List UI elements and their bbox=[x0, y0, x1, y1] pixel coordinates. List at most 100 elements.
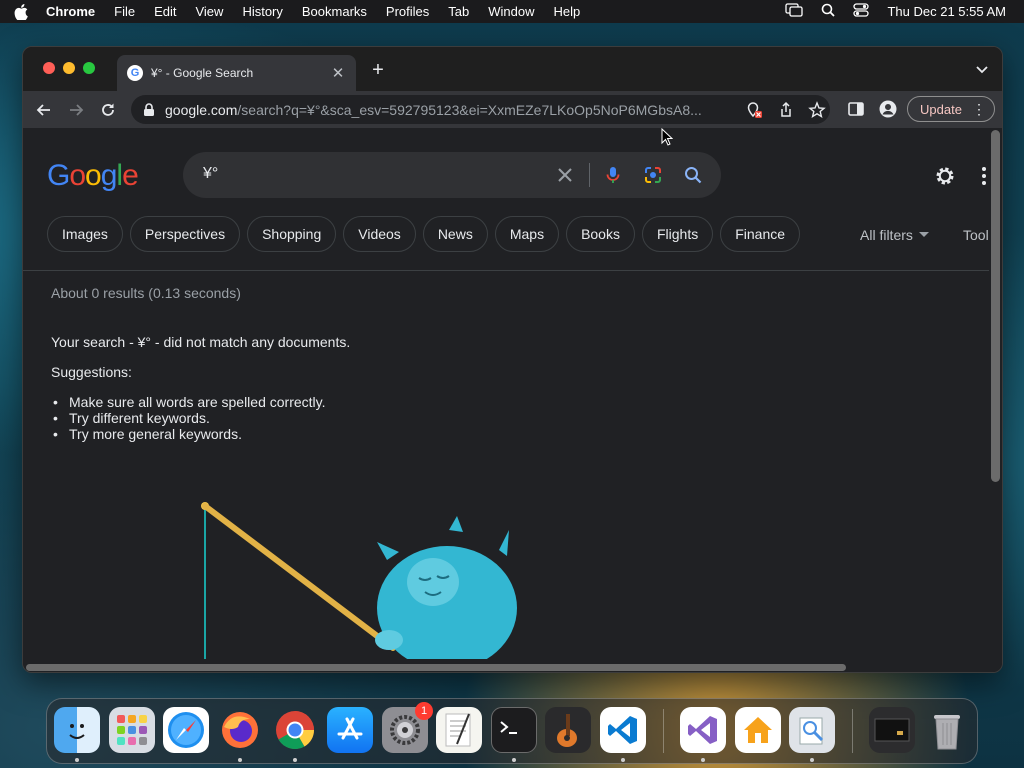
chip-finance[interactable]: Finance bbox=[720, 216, 801, 252]
menu-edit[interactable]: Edit bbox=[154, 4, 176, 19]
menu-view[interactable]: View bbox=[195, 4, 223, 19]
dock-running-indicator bbox=[238, 758, 242, 762]
dropdown-caret-icon bbox=[918, 232, 929, 237]
menu-clock[interactable]: Thu Dec 21 5:55 AM bbox=[887, 4, 1006, 19]
search-divider bbox=[589, 163, 590, 187]
all-filters-button[interactable]: All filters bbox=[860, 227, 929, 243]
side-panel-icon[interactable] bbox=[847, 100, 865, 118]
finder-icon[interactable] bbox=[54, 707, 100, 753]
suggestions-list: Make sure all words are spelled correctl… bbox=[53, 394, 326, 442]
chip-perspectives[interactable]: Perspectives bbox=[129, 216, 241, 252]
dock: 1 bbox=[46, 698, 978, 764]
mouse-cursor-icon bbox=[661, 128, 673, 146]
menu-bookmarks[interactable]: Bookmarks bbox=[302, 4, 367, 19]
url-path: /search?q=¥°&sca_esv=592795123&ei=XxmEZe… bbox=[237, 101, 702, 118]
chrome-menu-icon[interactable]: ⋮ bbox=[972, 101, 986, 117]
dock-running-indicator bbox=[293, 758, 297, 762]
window-close-button[interactable] bbox=[43, 62, 55, 74]
horizontal-scrollbar-thumb[interactable] bbox=[26, 664, 846, 671]
terminal-icon[interactable] bbox=[491, 707, 537, 753]
chrome-window: G ¥° - Google Search ✕ + google.com/sear… bbox=[22, 46, 1003, 673]
menu-window[interactable]: Window bbox=[488, 4, 534, 19]
menu-profiles[interactable]: Profiles bbox=[386, 4, 429, 19]
dock-running-indicator bbox=[621, 758, 625, 762]
tab-google-search[interactable]: G ¥° - Google Search ✕ bbox=[117, 55, 356, 91]
menu-history[interactable]: History bbox=[242, 4, 282, 19]
search-box[interactable]: ¥° bbox=[183, 152, 721, 198]
address-bar[interactable]: google.com/search?q=¥°&sca_esv=592795123… bbox=[131, 95, 830, 124]
chip-books[interactable]: Books bbox=[566, 216, 635, 252]
bookmark-star-icon[interactable] bbox=[808, 101, 826, 119]
logo-letter: G bbox=[47, 159, 70, 192]
spotlight-search-icon[interactable] bbox=[821, 3, 836, 20]
settings-gear-icon[interactable] bbox=[934, 165, 956, 187]
tab-close-icon[interactable]: ✕ bbox=[330, 64, 346, 82]
window-zoom-button[interactable] bbox=[83, 62, 95, 74]
google-logo[interactable]: Google bbox=[47, 159, 139, 193]
chip-maps[interactable]: Maps bbox=[494, 216, 560, 252]
screen-mirror-icon[interactable] bbox=[785, 3, 804, 20]
screenshot-folder-icon[interactable] bbox=[869, 707, 915, 753]
forward-button[interactable] bbox=[65, 99, 87, 121]
control-center-icon[interactable] bbox=[853, 3, 870, 20]
url-text[interactable]: google.com/search?q=¥°&sca_esv=592795123… bbox=[165, 102, 830, 118]
tab-search-chevron-icon[interactable] bbox=[974, 61, 990, 77]
dock-separator bbox=[852, 709, 853, 753]
header-divider bbox=[23, 270, 989, 271]
chip-news[interactable]: News bbox=[422, 216, 488, 252]
search-icon[interactable] bbox=[683, 165, 703, 185]
voice-search-icon[interactable] bbox=[603, 165, 623, 185]
more-options-icon[interactable] bbox=[980, 166, 988, 186]
visual-studio-icon[interactable] bbox=[680, 707, 726, 753]
visual-studio-code-icon[interactable] bbox=[600, 707, 646, 753]
tools-button[interactable]: Tool bbox=[963, 227, 989, 243]
tab-title: ¥° - Google Search bbox=[151, 66, 254, 80]
textedit-icon[interactable] bbox=[436, 707, 482, 753]
vertical-scrollbar-thumb[interactable] bbox=[991, 130, 1000, 482]
lens-search-icon[interactable] bbox=[643, 165, 663, 185]
blocked-location-icon[interactable] bbox=[745, 101, 763, 119]
apple-icon[interactable] bbox=[14, 3, 28, 20]
menu-help[interactable]: Help bbox=[554, 4, 581, 19]
garageband-icon[interactable] bbox=[545, 707, 591, 753]
tab-strip: G ¥° - Google Search ✕ + bbox=[23, 47, 1002, 91]
browser-toolbar: google.com/search?q=¥°&sca_esv=592795123… bbox=[23, 91, 1002, 128]
system-settings-icon[interactable]: 1 bbox=[382, 702, 433, 753]
chip-shopping[interactable]: Shopping bbox=[247, 216, 337, 252]
search-filter-chips: Images Perspectives Shopping Videos News… bbox=[47, 216, 801, 252]
result-stats: About 0 results (0.13 seconds) bbox=[51, 285, 241, 301]
back-button[interactable] bbox=[33, 99, 55, 121]
trash-icon[interactable] bbox=[924, 707, 970, 753]
preview-icon[interactable] bbox=[789, 707, 835, 753]
search-input[interactable]: ¥° bbox=[203, 165, 218, 183]
menu-file[interactable]: File bbox=[114, 4, 135, 19]
suggestion-item: Try more general keywords. bbox=[53, 426, 326, 442]
menu-tab[interactable]: Tab bbox=[448, 4, 469, 19]
chip-images[interactable]: Images bbox=[47, 216, 123, 252]
app-store-icon[interactable] bbox=[327, 707, 373, 753]
safari-icon[interactable] bbox=[163, 707, 209, 753]
reload-button[interactable] bbox=[97, 99, 119, 121]
firefox-icon[interactable] bbox=[217, 707, 263, 753]
share-icon[interactable] bbox=[777, 101, 795, 119]
clear-search-icon[interactable] bbox=[555, 165, 575, 185]
chip-videos[interactable]: Videos bbox=[343, 216, 416, 252]
update-label: Update bbox=[920, 101, 962, 117]
lock-icon[interactable] bbox=[143, 102, 157, 117]
no-match-message: Your search - ¥° - did not match any doc… bbox=[51, 334, 351, 350]
chip-flights[interactable]: Flights bbox=[641, 216, 714, 252]
new-tab-button[interactable]: + bbox=[367, 60, 389, 82]
dock-running-indicator bbox=[75, 758, 79, 762]
logo-letter: o bbox=[85, 159, 102, 192]
notification-badge: 1 bbox=[415, 702, 433, 720]
window-minimize-button[interactable] bbox=[63, 62, 75, 74]
update-button[interactable]: Update ⋮ bbox=[907, 96, 995, 122]
menu-app-name[interactable]: Chrome bbox=[46, 4, 95, 19]
all-filters-label: All filters bbox=[860, 227, 913, 243]
profile-avatar-icon[interactable] bbox=[879, 100, 897, 118]
dock-running-indicator bbox=[810, 758, 814, 762]
launchpad-icon[interactable] bbox=[109, 707, 155, 753]
chrome-icon[interactable] bbox=[272, 707, 318, 753]
url-host: google.com bbox=[165, 101, 238, 118]
home-icon[interactable] bbox=[735, 707, 781, 753]
